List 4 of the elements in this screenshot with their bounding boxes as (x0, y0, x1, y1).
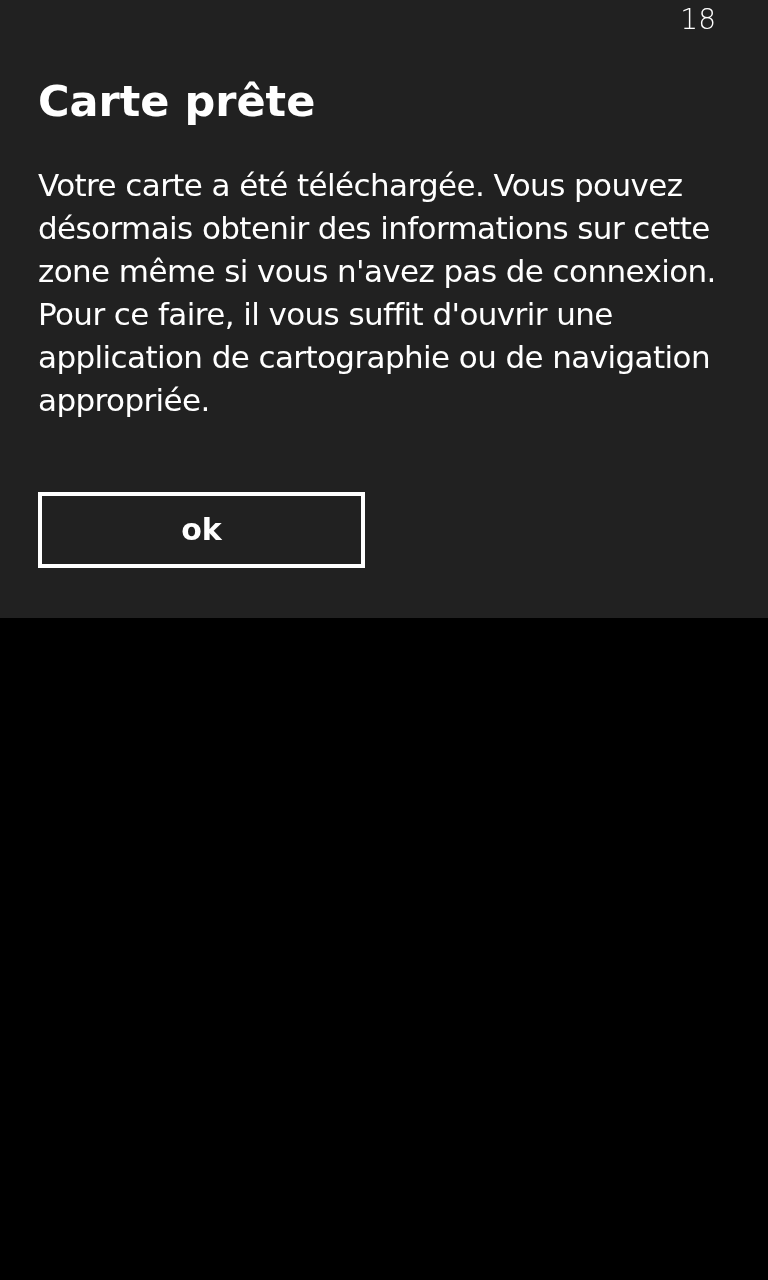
dialog-message: Votre carte a été téléchargée. Vous pouvez désormais obtenir des informations sur cette zone même si vous n'avez pas de connexion. Pour ce faire, il vous suffit d'ouvrir une application de cartographie ou de navigation appropriée. (38, 165, 717, 420)
clock-time: 18 (680, 6, 716, 34)
ok-button[interactable]: ok (38, 491, 365, 568)
dialog-title: Carte prête (38, 76, 317, 128)
